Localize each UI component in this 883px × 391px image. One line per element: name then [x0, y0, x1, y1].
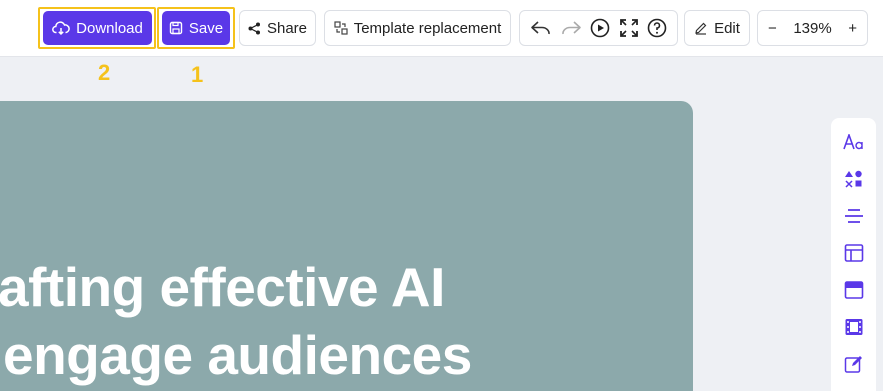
undo-icon[interactable] — [530, 19, 552, 37]
layout-icon[interactable] — [842, 241, 866, 265]
top-toolbar: Download Save Share Template replacement… — [0, 0, 883, 57]
share-icon — [248, 22, 260, 34]
help-icon[interactable] — [647, 18, 667, 38]
right-tool-panel — [831, 118, 876, 391]
template-replacement-label: Template replacement — [353, 19, 502, 37]
history-controls-group — [519, 10, 678, 46]
play-icon[interactable] — [590, 18, 610, 38]
template-swap-icon — [334, 21, 348, 35]
edit-label: Edit — [714, 19, 740, 37]
share-label: Share — [266, 19, 308, 37]
share-button[interactable]: Share — [239, 10, 316, 46]
pencil-icon — [695, 22, 707, 35]
template-replacement-button[interactable]: Template replacement — [324, 10, 511, 46]
align-icon[interactable] — [842, 204, 866, 228]
zoom-in-button[interactable]: + — [848, 20, 857, 37]
zoom-out-button[interactable]: − — [768, 20, 777, 37]
zoom-control: − 139% + — [757, 10, 868, 46]
slide-title-line-1[interactable]: afting effective AI — [0, 255, 445, 319]
save-highlight-box — [157, 7, 235, 49]
download-highlight-box — [38, 7, 156, 49]
edit-pen-icon[interactable] — [842, 352, 866, 376]
slide-canvas[interactable]: afting effective AI engage audiences — [0, 101, 693, 391]
zoom-level: 139% — [793, 19, 832, 37]
media-icon[interactable] — [842, 315, 866, 339]
annotation-marker-2: 2 — [98, 60, 111, 85]
slide-title-line-2[interactable]: engage audiences — [3, 323, 472, 387]
background-icon[interactable] — [842, 278, 866, 302]
text-style-icon[interactable] — [842, 130, 866, 154]
fullscreen-icon[interactable] — [619, 18, 639, 38]
edit-button[interactable]: Edit — [684, 10, 750, 46]
redo-icon[interactable] — [560, 19, 582, 37]
elements-icon[interactable] — [842, 167, 866, 191]
annotation-marker-1: 1 — [191, 62, 204, 87]
